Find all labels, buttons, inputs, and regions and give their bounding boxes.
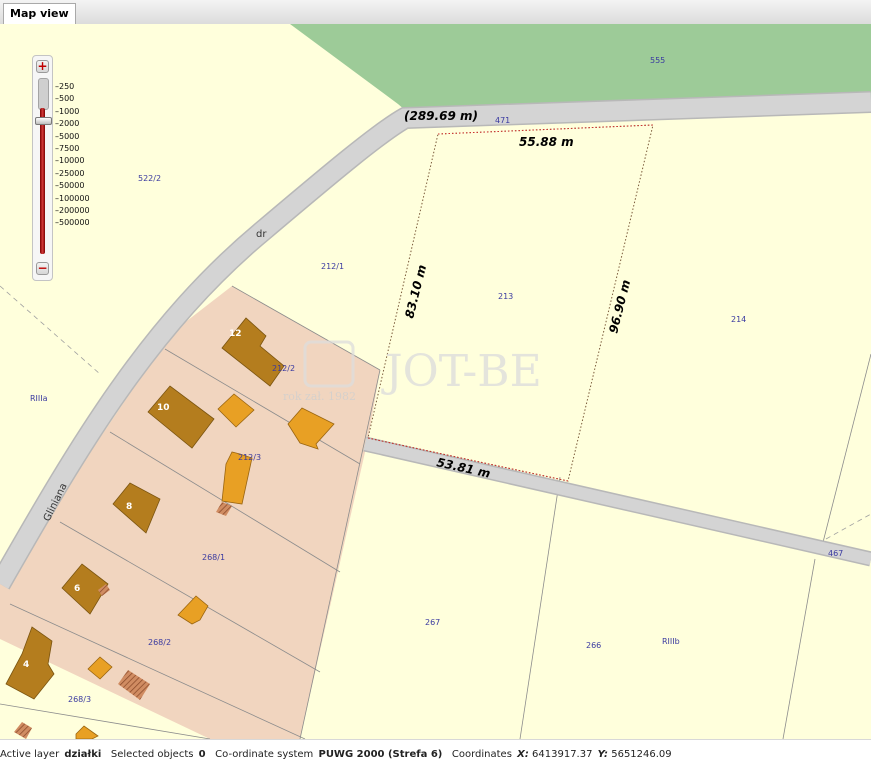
parcel-label: 268/2 (148, 638, 171, 647)
map-svg: JOT-BE rok zał. 1982 555 471 522/2 212/1… (0, 24, 871, 739)
parcel-label: 212/3 (238, 453, 261, 462)
active-layer-label: Active layer (0, 749, 60, 760)
parcel-label: 212/1 (321, 262, 344, 271)
selected-objects-label: Selected objects (110, 749, 194, 760)
parcel-label: 268/3 (68, 695, 91, 704)
parcel-label: 471 (495, 116, 510, 125)
zoom-scale-option[interactable]: –7500 (55, 143, 90, 155)
parcel-label: 268/1 (202, 553, 225, 562)
parcel-label: 555 (650, 56, 665, 65)
zone-label: RIIIa (30, 394, 48, 403)
x-value: 6413917.37 (532, 749, 593, 760)
zoom-scale-option[interactable]: –50000 (55, 180, 90, 192)
parcel-label: 467 (828, 549, 843, 558)
zoom-scale-option[interactable]: –250 (55, 81, 90, 93)
zoom-scale-option[interactable]: –10000 (55, 155, 90, 167)
selected-objects-value: 0 (198, 749, 206, 760)
zoom-scale-option[interactable]: –100000 (55, 193, 90, 205)
zoom-scale-option[interactable]: –1000 (55, 106, 90, 118)
parcel-label: 267 (425, 618, 440, 627)
y-label: Y: (597, 749, 609, 760)
parcel-label: 266 (586, 641, 601, 650)
svg-text:rok zał. 1982: rok zał. 1982 (283, 390, 356, 403)
active-layer-value: działki (64, 749, 102, 760)
measurement-label: (289.69 m) (404, 109, 478, 123)
tab-map-view[interactable]: Map view (3, 3, 76, 24)
zoom-slider-track[interactable] (40, 108, 45, 254)
zoom-out-button[interactable]: − (36, 262, 49, 275)
parcel-label: 214 (731, 315, 746, 324)
building-number: 12 (229, 329, 242, 339)
coordinate-system-label: Co-ordinate system (215, 749, 314, 760)
building-number: 10 (157, 403, 170, 413)
measurement-label: 55.88 m (519, 135, 574, 149)
zoom-scale-list: –250 –500 –1000 –2000 –5000 –7500 –10000 –25000… (55, 81, 90, 230)
y-value: 5651246.09 (611, 749, 672, 760)
building-number: 4 (23, 660, 29, 670)
tab-bar: Map view (0, 0, 871, 25)
street-label: dr (256, 229, 267, 240)
building-number: 8 (126, 502, 132, 512)
zoom-control: + − (32, 55, 53, 281)
zoom-scale-option[interactable]: –500 (55, 93, 90, 105)
zoom-scale-option[interactable]: –500000 (55, 217, 90, 229)
coordinate-system-value: PUWG 2000 (Strefa 6) (318, 749, 443, 760)
zoom-in-button[interactable]: + (36, 60, 49, 73)
status-bar: Active layer działki Selected objects 0 … (0, 739, 871, 769)
parcel-label: 522/2 (138, 174, 161, 183)
coordinates-label: Coordinates (451, 749, 512, 760)
zoom-track-top (38, 78, 49, 110)
zone-label: RIIIb (662, 637, 680, 646)
zoom-scale-option[interactable]: –2000 (55, 118, 90, 130)
zoom-scale-option[interactable]: –5000 (55, 131, 90, 143)
zoom-slider-handle[interactable] (35, 116, 52, 125)
zoom-scale-option[interactable]: –200000 (55, 205, 90, 217)
parcel-label: 213 (498, 292, 513, 301)
map-canvas[interactable]: JOT-BE rok zał. 1982 555 471 522/2 212/1… (0, 24, 871, 739)
svg-text:JOT-BE: JOT-BE (381, 346, 542, 397)
parcel-label: 212/2 (272, 364, 295, 373)
x-label: X: (517, 749, 529, 760)
zoom-scale-option[interactable]: –25000 (55, 168, 90, 180)
building-number: 6 (74, 584, 80, 594)
